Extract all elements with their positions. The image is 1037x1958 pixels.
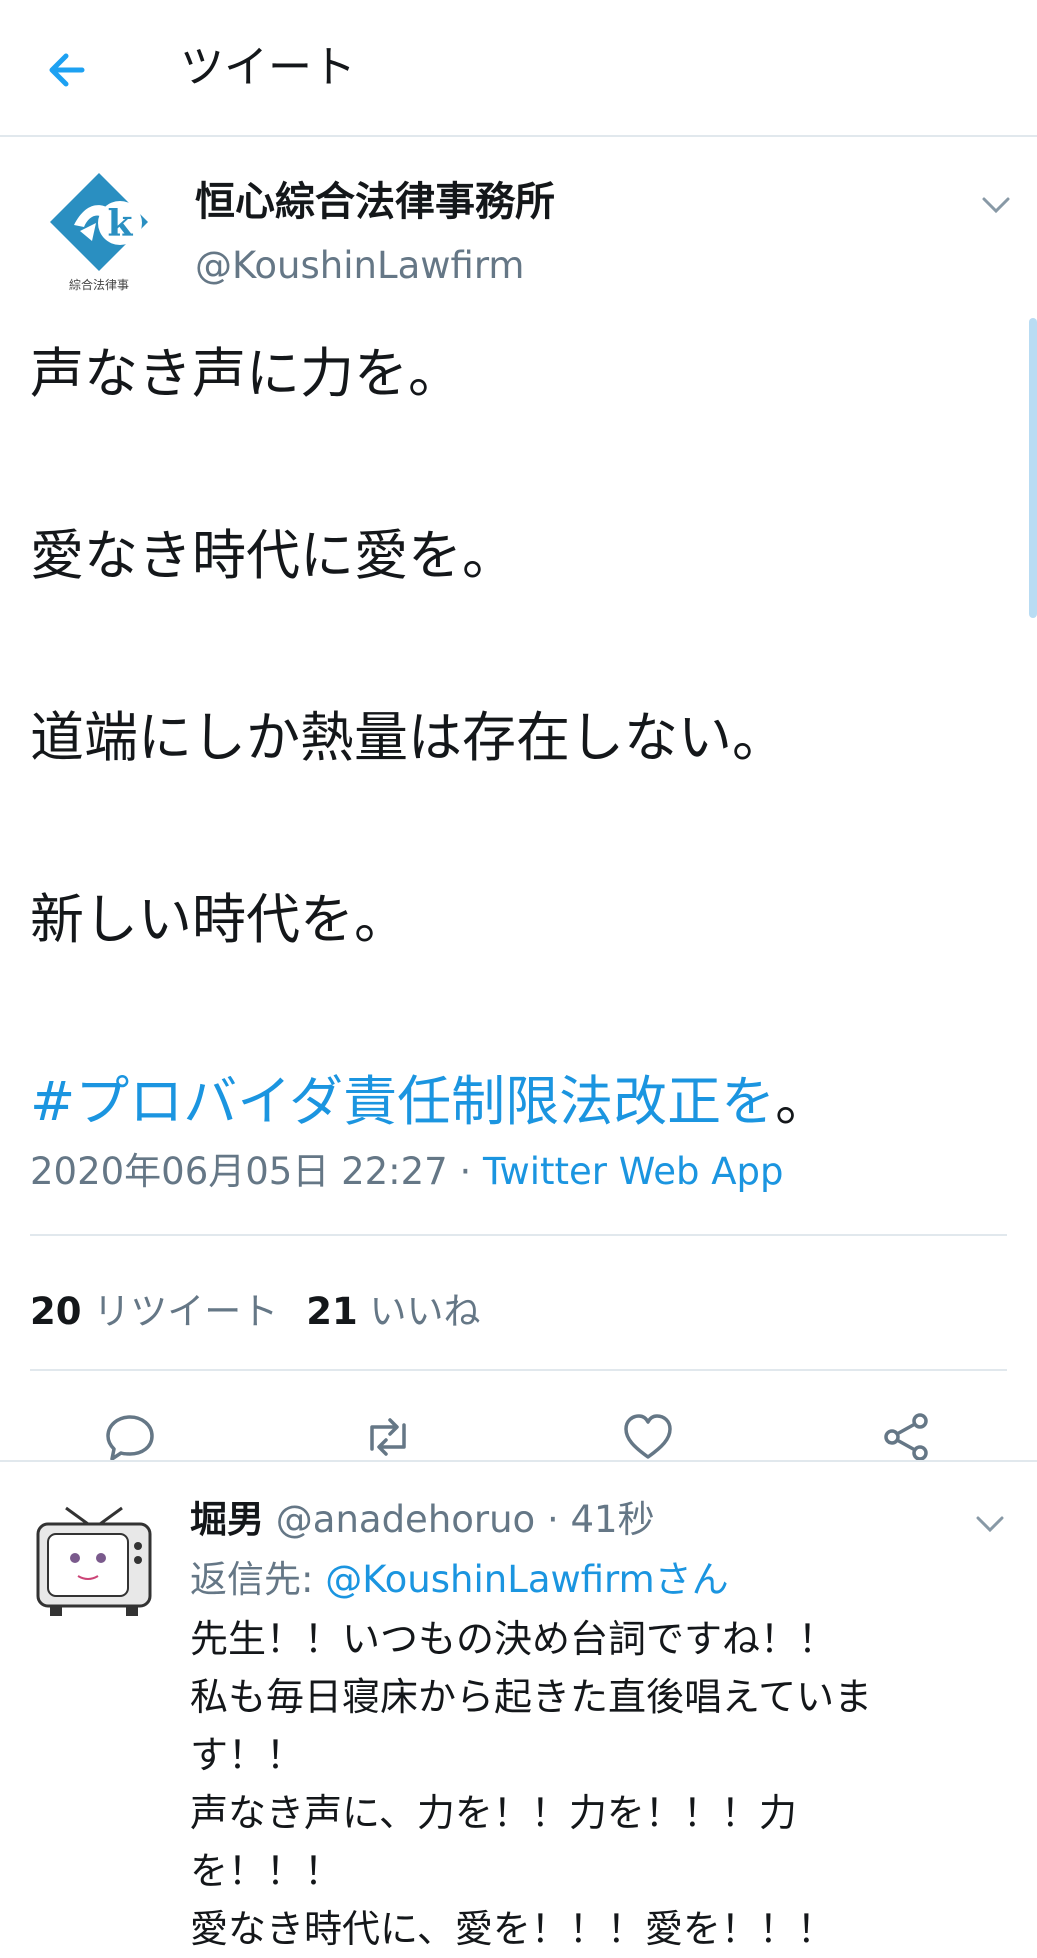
share-icon[interactable] [878, 1409, 934, 1465]
tweet-line: 声なき声に力を。 [30, 342, 462, 405]
reply-line: を！！！ [190, 1849, 343, 1893]
reply-line: 声なき声に、力を！！力を！！！力 [190, 1791, 797, 1835]
like-count: 21 [306, 1290, 358, 1333]
logo-text: 綜合法律事 [69, 277, 129, 292]
tweet-line: 新しい時代を。 [30, 888, 408, 951]
action-bar [0, 1387, 1037, 1487]
tweet-meta: 2020年06月05日 22:27 · Twitter Web App [30, 1147, 784, 1197]
tweet-stats: 20 リツイート 21 いいね [30, 1287, 509, 1337]
reply-line: 先生！！いつもの決め台詞ですね！！ [190, 1617, 837, 1661]
meta-separator: · [447, 1150, 484, 1193]
replying-to-label: 返信先: [190, 1558, 326, 1601]
page-title: ツイート [180, 42, 356, 93]
tweet-line: 愛なき時代に愛を。 [30, 524, 516, 587]
reply-icon[interactable] [102, 1409, 158, 1465]
hashtag-link[interactable]: #プロバイダ責任制限法改正を [30, 1070, 775, 1133]
avatar[interactable]: k 綜合法律事 [40, 165, 158, 295]
like-label: いいね [369, 1290, 481, 1333]
tweet-hashtag-line: #プロバイダ責任制限法改正を。 [30, 1057, 1010, 1147]
timestamp: 2020年06月05日 22:27 [30, 1150, 448, 1193]
reply-header: 堀男 @anadehoruo · 41秒 [190, 1498, 655, 1541]
chevron-down-icon[interactable] [972, 1508, 1008, 1538]
section-divider [0, 1460, 1037, 1462]
tweet-line: 道端にしか熱量は存在しない。 [30, 706, 786, 769]
svg-text:k: k [108, 203, 134, 245]
mention-link[interactable]: @KoushinLawfirmさん [325, 1558, 728, 1601]
hashtag-suffix: 。 [775, 1070, 830, 1133]
reply-text: 先生！！いつもの決め台詞ですね！！ 私も毎日寝床から起きた直後唱えていま す！！… [190, 1610, 990, 1958]
reply-author-name[interactable]: 堀男 [190, 1498, 264, 1541]
author-name[interactable]: 恒心綜合法律事務所 [195, 177, 555, 227]
retweet-icon[interactable] [360, 1409, 416, 1465]
retweet-count: 20 [30, 1290, 82, 1333]
reply-author-handle[interactable]: @anadehoruo [276, 1498, 535, 1541]
arrow-left-icon[interactable] [38, 40, 98, 100]
source-app-link[interactable]: Twitter Web App [483, 1150, 783, 1193]
reply-line: す！！ [190, 1733, 305, 1777]
divider [30, 1234, 1007, 1236]
chevron-down-icon[interactable] [978, 189, 1014, 219]
retweet-label: リツイート [93, 1290, 279, 1333]
author-handle[interactable]: @KoushinLawfirm [195, 241, 524, 291]
like-count-link[interactable]: 21 いいね [306, 1287, 480, 1337]
reply-line: 私も毎日寝床から起きた直後唱えていま [190, 1675, 873, 1719]
top-bar: ツイート [0, 0, 1037, 137]
heart-icon[interactable] [620, 1409, 676, 1465]
replying-to: 返信先: @KoushinLawfirmさん [190, 1550, 729, 1610]
divider [30, 1369, 1007, 1371]
reply-time: 41秒 [570, 1498, 655, 1541]
scrollbar[interactable] [1029, 318, 1037, 618]
retweet-count-link[interactable]: 20 リツイート [30, 1287, 278, 1337]
reply-line: 愛なき時代に、愛を！！！愛を！！！ [190, 1907, 835, 1951]
avatar[interactable] [30, 1502, 158, 1622]
tweet-text: 声なき声に力を。 愛なき時代に愛を。 道端にしか熱量は存在しない。 新しい時代を… [30, 329, 1010, 1147]
